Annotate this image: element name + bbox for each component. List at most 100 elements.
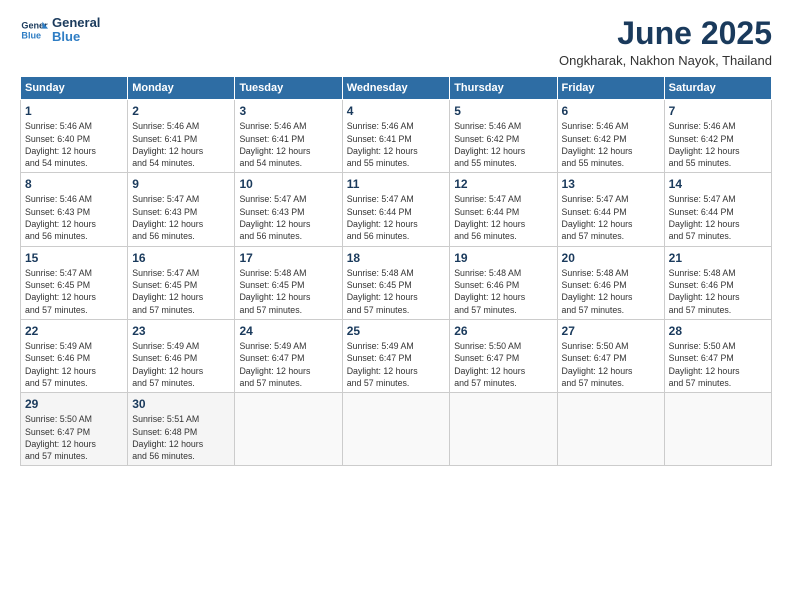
day-info: Sunrise: 5:47 AM Sunset: 6:45 PM Dayligh… bbox=[132, 267, 230, 316]
table-row: 22Sunrise: 5:49 AM Sunset: 6:46 PM Dayli… bbox=[21, 319, 128, 392]
day-info: Sunrise: 5:46 AM Sunset: 6:41 PM Dayligh… bbox=[132, 120, 230, 169]
day-number: 19 bbox=[454, 251, 552, 265]
table-row: 5 Sunrise: 5:46 AM Sunset: 6:42 PM Daylig… bbox=[450, 100, 557, 173]
calendar-week-row: 8Sunrise: 5:46 AM Sunset: 6:43 PM Daylig… bbox=[21, 173, 772, 246]
logo-icon: General Blue bbox=[20, 16, 48, 44]
table-row: 24Sunrise: 5:49 AM Sunset: 6:47 PM Dayli… bbox=[235, 319, 342, 392]
logo-text-general: General bbox=[52, 16, 100, 30]
table-row: 25Sunrise: 5:49 AM Sunset: 6:47 PM Dayli… bbox=[342, 319, 449, 392]
svg-text:Blue: Blue bbox=[21, 31, 41, 41]
day-info: Sunrise: 5:47 AM Sunset: 6:44 PM Dayligh… bbox=[562, 193, 660, 242]
day-info: Sunrise: 5:46 AM Sunset: 6:41 PM Dayligh… bbox=[347, 120, 445, 169]
day-info: Sunrise: 5:51 AM Sunset: 6:48 PM Dayligh… bbox=[132, 413, 230, 462]
table-row bbox=[664, 393, 771, 466]
day-number: 22 bbox=[25, 324, 123, 338]
calendar-week-row: 22 Sunrise: 5:49 AM Sunset: 6:46 PM Dayli… bbox=[21, 319, 772, 392]
col-monday: Monday bbox=[128, 77, 235, 100]
day-number: 17 bbox=[239, 251, 337, 265]
day-number: 15 bbox=[25, 251, 123, 265]
day-number: 3 bbox=[239, 104, 337, 118]
table-row: 19Sunrise: 5:48 AM Sunset: 6:46 PM Dayli… bbox=[450, 246, 557, 319]
day-info: Sunrise: 5:50 AM Sunset: 6:47 PM Dayligh… bbox=[25, 413, 123, 462]
day-number: 16 bbox=[132, 251, 230, 265]
day-info: Sunrise: 5:48 AM Sunset: 6:45 PM Dayligh… bbox=[347, 267, 445, 316]
table-row: 21 Sunrise: 5:48 AM Sunset: 6:46 PM Dayli… bbox=[664, 246, 771, 319]
day-info: Sunrise: 5:46 AM Sunset: 6:41 PM Dayligh… bbox=[239, 120, 337, 169]
table-row: 11 Sunrise: 5:47 AM Sunset: 6:44 PM Dayli… bbox=[342, 173, 449, 246]
day-number: 2 bbox=[132, 104, 230, 118]
day-number: 6 bbox=[562, 104, 660, 118]
table-row: 1 Sunrise: 5:46 AM Sunset: 6:40 PM Daylig… bbox=[21, 100, 128, 173]
day-number: 28 bbox=[669, 324, 767, 338]
day-info: Sunrise: 5:47 AM Sunset: 6:43 PM Dayligh… bbox=[132, 193, 230, 242]
table-row: 23 Sunrise: 5:49 AM Sunset: 6:46 PM Dayli… bbox=[128, 319, 235, 392]
table-row bbox=[557, 393, 664, 466]
calendar-week-row: 29 Sunrise: 5:50 AM Sunset: 6:47 PM Dayli… bbox=[21, 393, 772, 466]
table-row: 9 Sunrise: 5:47 AM Sunset: 6:43 PM Daylig… bbox=[128, 173, 235, 246]
col-wednesday: Wednesday bbox=[342, 77, 449, 100]
table-row: 14Sunrise: 5:47 AM Sunset: 6:44 PM Dayli… bbox=[664, 173, 771, 246]
table-row: 3 Sunrise: 5:46 AM Sunset: 6:41 PM Daylig… bbox=[235, 100, 342, 173]
logo-text-blue: Blue bbox=[52, 30, 100, 44]
day-number: 5 bbox=[454, 104, 552, 118]
table-row: 29 Sunrise: 5:50 AM Sunset: 6:47 PM Dayli… bbox=[21, 393, 128, 466]
calendar-page: General Blue General Blue June 2025 Ongk… bbox=[0, 0, 792, 612]
day-number: 27 bbox=[562, 324, 660, 338]
day-info: Sunrise: 5:49 AM Sunset: 6:46 PM Dayligh… bbox=[132, 340, 230, 389]
day-number: 4 bbox=[347, 104, 445, 118]
day-number: 30 bbox=[132, 397, 230, 411]
day-info: Sunrise: 5:47 AM Sunset: 6:44 PM Dayligh… bbox=[454, 193, 552, 242]
table-row: 27 Sunrise: 5:50 AM Sunset: 6:47 PM Dayli… bbox=[557, 319, 664, 392]
table-row: 12 Sunrise: 5:47 AM Sunset: 6:44 PM Dayli… bbox=[450, 173, 557, 246]
calendar-table: Sunday Monday Tuesday Wednesday Thursday… bbox=[20, 76, 772, 466]
day-info: Sunrise: 5:48 AM Sunset: 6:46 PM Dayligh… bbox=[669, 267, 767, 316]
table-row: 20Sunrise: 5:48 AM Sunset: 6:46 PM Dayli… bbox=[557, 246, 664, 319]
day-info: Sunrise: 5:46 AM Sunset: 6:42 PM Dayligh… bbox=[562, 120, 660, 169]
day-number: 18 bbox=[347, 251, 445, 265]
table-row: 13 Sunrise: 5:47 AM Sunset: 6:44 PM Dayli… bbox=[557, 173, 664, 246]
header-row: Sunday Monday Tuesday Wednesday Thursday… bbox=[21, 77, 772, 100]
day-info: Sunrise: 5:46 AM Sunset: 6:42 PM Dayligh… bbox=[454, 120, 552, 169]
col-friday: Friday bbox=[557, 77, 664, 100]
day-info: Sunrise: 5:46 AM Sunset: 6:42 PM Dayligh… bbox=[669, 120, 767, 169]
table-row: 6 Sunrise: 5:46 AM Sunset: 6:42 PM Daylig… bbox=[557, 100, 664, 173]
day-number: 13 bbox=[562, 177, 660, 191]
day-info: Sunrise: 5:50 AM Sunset: 6:47 PM Dayligh… bbox=[562, 340, 660, 389]
table-row: 10Sunrise: 5:47 AM Sunset: 6:43 PM Dayli… bbox=[235, 173, 342, 246]
day-info: Sunrise: 5:47 AM Sunset: 6:44 PM Dayligh… bbox=[347, 193, 445, 242]
table-row: 26Sunrise: 5:50 AM Sunset: 6:47 PM Dayli… bbox=[450, 319, 557, 392]
day-number: 23 bbox=[132, 324, 230, 338]
table-row: 17 Sunrise: 5:48 AM Sunset: 6:45 PM Dayli… bbox=[235, 246, 342, 319]
day-info: Sunrise: 5:48 AM Sunset: 6:46 PM Dayligh… bbox=[562, 267, 660, 316]
day-info: Sunrise: 5:47 AM Sunset: 6:44 PM Dayligh… bbox=[669, 193, 767, 242]
col-tuesday: Tuesday bbox=[235, 77, 342, 100]
table-row: 8Sunrise: 5:46 AM Sunset: 6:43 PM Daylig… bbox=[21, 173, 128, 246]
table-row: 28Sunrise: 5:50 AM Sunset: 6:47 PM Dayli… bbox=[664, 319, 771, 392]
col-thursday: Thursday bbox=[450, 77, 557, 100]
day-number: 12 bbox=[454, 177, 552, 191]
table-row bbox=[450, 393, 557, 466]
table-row: 18 Sunrise: 5:48 AM Sunset: 6:45 PM Dayli… bbox=[342, 246, 449, 319]
table-row: 15 Sunrise: 5:47 AM Sunset: 6:45 PM Dayli… bbox=[21, 246, 128, 319]
day-number: 29 bbox=[25, 397, 123, 411]
day-number: 8 bbox=[25, 177, 123, 191]
col-sunday: Sunday bbox=[21, 77, 128, 100]
day-info: Sunrise: 5:46 AM Sunset: 6:40 PM Dayligh… bbox=[25, 120, 123, 169]
day-number: 1 bbox=[25, 104, 123, 118]
table-row bbox=[342, 393, 449, 466]
page-header: General Blue General Blue June 2025 Ongk… bbox=[20, 16, 772, 68]
day-info: Sunrise: 5:47 AM Sunset: 6:45 PM Dayligh… bbox=[25, 267, 123, 316]
day-info: Sunrise: 5:48 AM Sunset: 6:45 PM Dayligh… bbox=[239, 267, 337, 316]
day-number: 21 bbox=[669, 251, 767, 265]
day-info: Sunrise: 5:50 AM Sunset: 6:47 PM Dayligh… bbox=[454, 340, 552, 389]
day-number: 11 bbox=[347, 177, 445, 191]
table-row: 2 Sunrise: 5:46 AM Sunset: 6:41 PM Daylig… bbox=[128, 100, 235, 173]
calendar-week-row: 15 Sunrise: 5:47 AM Sunset: 6:45 PM Dayli… bbox=[21, 246, 772, 319]
logo: General Blue General Blue bbox=[20, 16, 100, 45]
table-row: 16 Sunrise: 5:47 AM Sunset: 6:45 PM Dayli… bbox=[128, 246, 235, 319]
col-saturday: Saturday bbox=[664, 77, 771, 100]
day-info: Sunrise: 5:47 AM Sunset: 6:43 PM Dayligh… bbox=[239, 193, 337, 242]
day-number: 9 bbox=[132, 177, 230, 191]
day-info: Sunrise: 5:49 AM Sunset: 6:47 PM Dayligh… bbox=[347, 340, 445, 389]
calendar-week-row: 1 Sunrise: 5:46 AM Sunset: 6:40 PM Daylig… bbox=[21, 100, 772, 173]
